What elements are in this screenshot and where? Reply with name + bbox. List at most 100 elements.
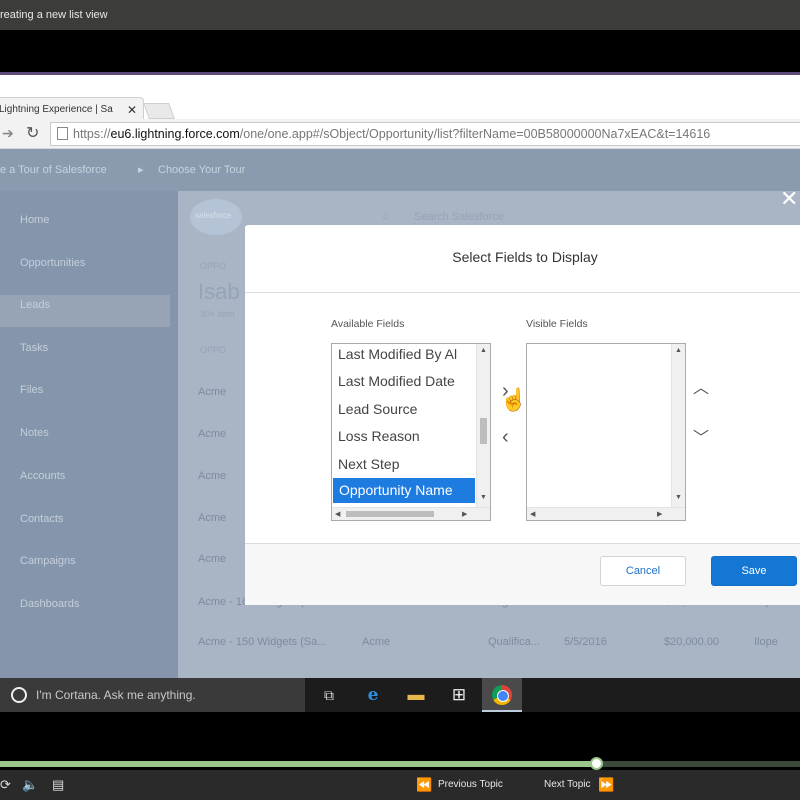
navigation-bar: ➔ ↻ https://eu6.lightning.force.com/one/… (0, 119, 800, 149)
scroll-down-icon[interactable]: ▼ (480, 494, 487, 501)
save-button[interactable]: Save (711, 556, 797, 586)
modal-footer: Cancel Save (245, 543, 800, 605)
account-name[interactable]: Acme (362, 636, 390, 648)
url-scheme: https:// (73, 127, 111, 141)
visible-fields-label: Visible Fields (526, 318, 588, 330)
edge-browser-icon[interactable]: e (360, 683, 386, 707)
horizontal-scrollbar[interactable]: ◀ ▶ (527, 507, 685, 520)
stage: Qualifica... (488, 636, 540, 648)
cortana-placeholder: I'm Cortana. Ask me anything. (36, 688, 196, 702)
salesforce-logo: salesforce (190, 199, 242, 235)
modal-header: Select Fields to Display (245, 225, 800, 293)
scroll-up-icon[interactable]: ▲ (480, 347, 487, 354)
task-view-icon[interactable]: ⧉ (316, 683, 342, 707)
row-stub: Acme (198, 386, 227, 398)
selected-list-item[interactable]: Opportunity Name (333, 478, 475, 503)
amount: $20,000.00 (664, 636, 720, 648)
opportunity-name[interactable]: Acme - 150 Widgets (Sa... (198, 636, 326, 648)
page-icon (57, 127, 68, 140)
lesson-title: reating a new list view (0, 9, 108, 21)
cortana-icon (11, 687, 27, 703)
vertical-scrollbar[interactable]: ▲ ▼ (476, 344, 490, 507)
previous-topic-icon[interactable]: ⏪ (416, 777, 432, 793)
scroll-left-icon[interactable]: ◀ (530, 510, 535, 518)
back-arrow-icon[interactable]: ➔ (2, 125, 14, 142)
visible-fields-list[interactable]: ▲ ▼ ◀ ▶ (526, 343, 686, 521)
move-left-chevron-icon[interactable]: ‹ (502, 427, 509, 447)
tab-title: Lightning Experience | Sa (0, 104, 113, 115)
global-search[interactable]: Search Salesforce (414, 211, 504, 223)
list-item[interactable]: Loss Reason (338, 428, 420, 444)
scroll-right-icon[interactable]: ▶ (657, 510, 662, 518)
sidebar-item-accounts[interactable]: Accounts (20, 470, 65, 482)
sidebar-item-tasks[interactable]: Tasks (20, 342, 48, 354)
row-stub: Acme (198, 553, 227, 565)
scrollbar-thumb[interactable] (346, 511, 434, 517)
row-stub: Acme (198, 428, 227, 440)
choose-tour-link[interactable]: Choose Your Tour (158, 149, 245, 191)
close-modal-icon[interactable]: ✕ (780, 188, 798, 210)
store-icon[interactable]: ⊞ (446, 683, 472, 707)
address-bar[interactable]: https://eu6.lightning.force.com/one/one.… (50, 122, 800, 146)
table-row[interactable]: Acme - 150 Widgets (Sa... Acme Qualifica… (178, 631, 800, 671)
scroll-right-icon[interactable]: ▶ (462, 510, 467, 518)
tab-strip: Lightning Experience | Sa ✕ (0, 75, 800, 123)
sidebar-item-notes[interactable]: Notes (20, 427, 49, 439)
sidebar-item-campaigns[interactable]: Campaigns (20, 555, 76, 567)
vertical-scrollbar[interactable]: ▲ ▼ (671, 344, 685, 507)
video-progress-bar[interactable] (0, 757, 800, 770)
owner: Ilope (754, 636, 778, 648)
file-explorer-icon[interactable]: ▬ (403, 683, 429, 707)
reload-icon[interactable]: ↻ (26, 123, 39, 143)
modal-title: Select Fields to Display (452, 249, 598, 265)
scroll-down-icon[interactable]: ▼ (675, 494, 682, 501)
next-topic-button[interactable]: Next Topic (544, 779, 591, 790)
replay-icon[interactable]: ⟳ (0, 777, 11, 793)
list-view-title: Isab (198, 279, 240, 304)
search-icon: ○ (382, 209, 390, 223)
list-meta: 30+ item (200, 309, 235, 319)
tour-link[interactable]: e a Tour of Salesforce (0, 149, 107, 191)
sidebar-item-opportunities[interactable]: Opportunities (20, 257, 85, 269)
row-stub: Acme (198, 470, 227, 482)
sidebar-nav: Home Opportunities Leads Tasks Files Not… (0, 191, 178, 678)
chrome-taskbar-button[interactable] (482, 678, 522, 712)
scroll-left-icon[interactable]: ◀ (335, 510, 340, 518)
sidebar-item-leads[interactable]: Leads (20, 299, 50, 311)
new-tab-button[interactable] (143, 103, 175, 119)
logo-text: salesforce (195, 211, 232, 220)
list-object-label: OPPO (200, 261, 227, 271)
windows-taskbar: I'm Cortana. Ask me anything. ⧉ e ▬ ⊞ (0, 678, 800, 712)
move-down-chevron-icon[interactable]: ﹀ (693, 429, 709, 449)
notes-icon[interactable]: ▤ (52, 777, 64, 793)
next-topic-icon[interactable]: ⏩ (598, 777, 614, 793)
player-title-bar: reating a new list view (0, 0, 800, 30)
cancel-button[interactable]: Cancel (600, 556, 686, 586)
horizontal-scrollbar[interactable]: ◀ ▶ (332, 507, 490, 520)
chrome-icon (492, 685, 512, 705)
sidebar-item-dashboards[interactable]: Dashboards (20, 598, 79, 610)
list-item[interactable]: Next Step (338, 456, 399, 472)
progress-knob[interactable] (590, 757, 603, 770)
hand-cursor-icon: ☝ (500, 387, 528, 412)
previous-topic-button[interactable]: Previous Topic (438, 779, 503, 790)
row-stub: Acme (198, 512, 227, 524)
sidebar-item-files[interactable]: Files (20, 384, 43, 396)
scroll-up-icon[interactable]: ▲ (675, 347, 682, 354)
list-item[interactable]: Lead Source (338, 401, 417, 417)
volume-icon[interactable]: 🔈 (22, 777, 38, 793)
sidebar-item-home[interactable]: Home (20, 214, 49, 226)
list-item[interactable]: Last Modified Date (338, 373, 455, 389)
tour-bar: e a Tour of Salesforce ▸ Choose Your Tou… (0, 149, 800, 191)
list-item[interactable]: Last Modified By Al (338, 346, 457, 362)
sidebar-item-contacts[interactable]: Contacts (20, 513, 63, 525)
available-fields-list[interactable]: Last Modified By Al Last Modified Date L… (331, 343, 491, 521)
tour-separator-icon: ▸ (138, 164, 144, 176)
scrollbar-thumb[interactable] (480, 418, 487, 444)
close-date: 5/5/2016 (564, 636, 607, 648)
cortana-search-box[interactable]: I'm Cortana. Ask me anything. (0, 678, 305, 712)
select-fields-modal: Select Fields to Display Available Field… (245, 225, 800, 605)
url-host: eu6.lightning.force.com (110, 127, 240, 141)
available-fields-label: Available Fields (331, 318, 405, 330)
move-up-chevron-icon[interactable]: ︿ (693, 379, 709, 399)
